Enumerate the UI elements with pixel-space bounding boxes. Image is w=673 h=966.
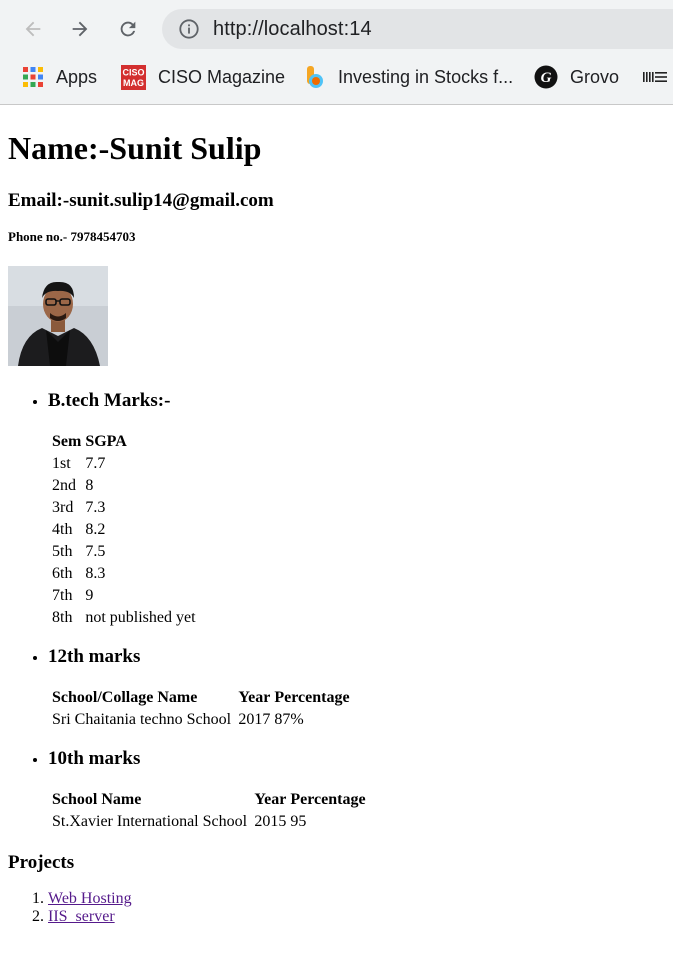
twelfth-title: 12th marks	[48, 646, 141, 667]
table-header-row: Sem SGPA	[51, 432, 197, 452]
back-arrow-icon	[25, 21, 41, 37]
tenth-title: 10th marks	[48, 748, 141, 769]
table-header-row: School Name Year Percentage	[51, 790, 367, 810]
school-cell: Sri Chaitania techno School	[52, 711, 232, 728]
table-row: 7th 9	[51, 586, 197, 606]
percentage-cell: 95	[290, 813, 307, 830]
info-icon[interactable]	[177, 17, 201, 41]
apps-grid-icon	[23, 67, 43, 87]
table-row: 2nd 8	[51, 476, 197, 496]
table-row: 8th not published yet	[51, 608, 197, 628]
twelfth-table: School/Collage Name Year Percentage Sri …	[49, 686, 353, 732]
column-header: Year	[238, 689, 271, 706]
bookmark-more[interactable]	[643, 64, 669, 90]
bookmark-label: Investing in Stocks f...	[338, 66, 514, 87]
reload-icon	[120, 21, 136, 37]
sem-cell: 1st	[52, 455, 71, 472]
sem-cell: 4th	[52, 521, 73, 538]
profile-email: Email:-sunit.sulip14@gmail.com	[8, 190, 274, 211]
table-row: 1st 7.7	[51, 454, 197, 474]
forward-arrow-icon	[72, 21, 88, 37]
ciso-mag-icon: CISO MAG	[121, 64, 146, 90]
sgpa-cell: 7.5	[85, 543, 106, 560]
column-header: School/Collage Name	[52, 689, 198, 706]
page-content: Name:-Sunit Sulip Email:-sunit.sulip14@g…	[0, 130, 673, 926]
projects-title: Projects	[8, 852, 75, 873]
list-item: IIS_server	[48, 908, 665, 926]
table-header-row: School/Collage Name Year Percentage	[51, 688, 351, 708]
sem-cell: 8th	[52, 609, 73, 626]
column-header: Year	[254, 791, 287, 808]
percentage-cell: 87%	[274, 711, 304, 728]
projects-list: Web Hosting IIS_server	[8, 890, 665, 926]
sem-cell: 5th	[52, 543, 73, 560]
project-link-web-hosting[interactable]: Web Hosting	[48, 890, 132, 907]
list-item: Web Hosting	[48, 890, 665, 908]
svg-text:CISO: CISO	[122, 67, 144, 77]
browser-chrome: http://localhost:14 Apps CISO MAG CISO M…	[0, 0, 673, 105]
bookmarks-bar: Apps CISO MAG CISO Magazine Investing in…	[0, 58, 673, 96]
column-header: Percentage	[274, 689, 350, 706]
sem-cell: 6th	[52, 565, 73, 582]
address-url[interactable]: http://localhost:14	[213, 18, 372, 41]
table-row: 5th 7.5	[51, 542, 197, 562]
investing-icon	[307, 66, 323, 88]
btech-table: Sem SGPA 1st 7.7 2nd 8 3rd 7.3 4th 8.2 5th 7.…	[49, 430, 199, 630]
sgpa-cell: 7.3	[85, 499, 106, 516]
year-cell: 2015	[254, 813, 287, 830]
bookmark-ciso-magazine[interactable]: CISO MAG CISO Magazine	[121, 64, 285, 90]
twelfth-section: 12th marks School/Collage Name Year Perc…	[48, 646, 665, 732]
profile-phone: Phone no.- 7978454703	[8, 229, 136, 244]
sgpa-cell: 8	[85, 477, 94, 494]
profile-photo	[8, 266, 108, 366]
column-header: SGPA	[85, 433, 127, 450]
profile-name: Name:-Sunit Sulip	[8, 130, 262, 166]
sgpa-cell: 8.3	[85, 565, 106, 582]
table-row: 4th 8.2	[51, 520, 197, 540]
column-header: School Name	[52, 791, 142, 808]
sem-cell: 7th	[52, 587, 73, 604]
reload-button[interactable]	[111, 12, 145, 46]
grovo-icon: G	[534, 65, 558, 89]
project-link-iis-server[interactable]: IIS_server	[48, 908, 115, 925]
bookmark-label: Grovo	[570, 66, 620, 87]
sem-cell: 2nd	[52, 477, 76, 494]
sgpa-cell: not published yet	[85, 609, 196, 626]
btech-title: B.tech Marks:-	[48, 390, 171, 411]
svg-text:MAG: MAG	[123, 78, 144, 88]
column-header: Percentage	[290, 791, 366, 808]
svg-text:G: G	[541, 70, 552, 86]
school-cell: St.Xavier International School	[52, 813, 248, 830]
sgpa-cell: 7.7	[85, 455, 106, 472]
back-button[interactable]	[16, 12, 50, 46]
reading-list-icon	[643, 72, 667, 82]
sgpa-cell: 8.2	[85, 521, 106, 538]
bookmark-label: CISO Magazine	[158, 66, 286, 87]
year-cell: 2017	[238, 711, 271, 728]
table-row: St.Xavier International School 2015 95	[51, 812, 367, 832]
tenth-table: School Name Year Percentage St.Xavier In…	[49, 788, 369, 834]
column-header: Sem	[52, 433, 82, 450]
table-row: 6th 8.3	[51, 564, 197, 584]
tenth-section: 10th marks School Name Year Percentage S…	[48, 748, 665, 834]
table-row: 3rd 7.3	[51, 498, 197, 518]
marks-list: B.tech Marks:- Sem SGPA 1st 7.7 2nd 8 3rd 7…	[8, 390, 665, 834]
bookmark-grovo[interactable]: G Grovo	[534, 64, 619, 90]
address-bar[interactable]: http://localhost:14	[162, 9, 673, 49]
bookmark-apps[interactable]: Apps	[22, 64, 97, 90]
sgpa-cell: 9	[85, 587, 94, 604]
btech-section: B.tech Marks:- Sem SGPA 1st 7.7 2nd 8 3rd 7…	[48, 390, 665, 630]
forward-button[interactable]	[63, 12, 97, 46]
bookmark-label: Apps	[56, 66, 98, 87]
bookmark-investing[interactable]: Investing in Stocks f...	[304, 64, 513, 90]
table-row: Sri Chaitania techno School 2017 87%	[51, 710, 351, 730]
sem-cell: 3rd	[52, 499, 74, 516]
